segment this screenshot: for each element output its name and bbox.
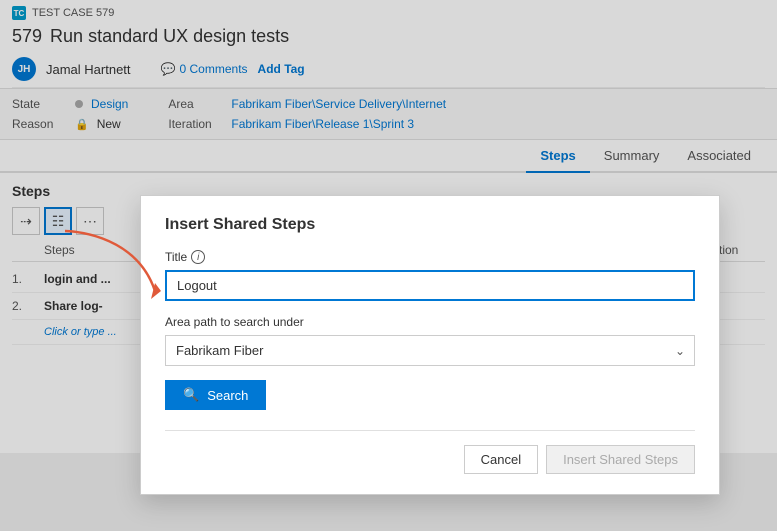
- title-field-label: Title i: [165, 250, 695, 264]
- modal-title: Insert Shared Steps: [165, 216, 695, 234]
- modal-insert-shared-steps: Insert Shared Steps Title i Area path to…: [140, 195, 720, 495]
- modal-footer: Cancel Insert Shared Steps: [165, 430, 695, 474]
- info-icon: i: [191, 250, 205, 264]
- title-input[interactable]: [165, 270, 695, 301]
- area-field-label: Area path to search under: [165, 315, 695, 329]
- area-select-wrapper: Fabrikam Fiber Fabrikam Fiber\Service De…: [165, 335, 695, 366]
- search-icon: 🔍: [183, 387, 199, 403]
- insert-shared-steps-button[interactable]: Insert Shared Steps: [546, 445, 695, 474]
- search-label: Search: [207, 388, 248, 403]
- search-button[interactable]: 🔍 Search: [165, 380, 266, 410]
- cancel-button[interactable]: Cancel: [464, 445, 538, 474]
- area-select[interactable]: Fabrikam Fiber Fabrikam Fiber\Service De…: [165, 335, 695, 366]
